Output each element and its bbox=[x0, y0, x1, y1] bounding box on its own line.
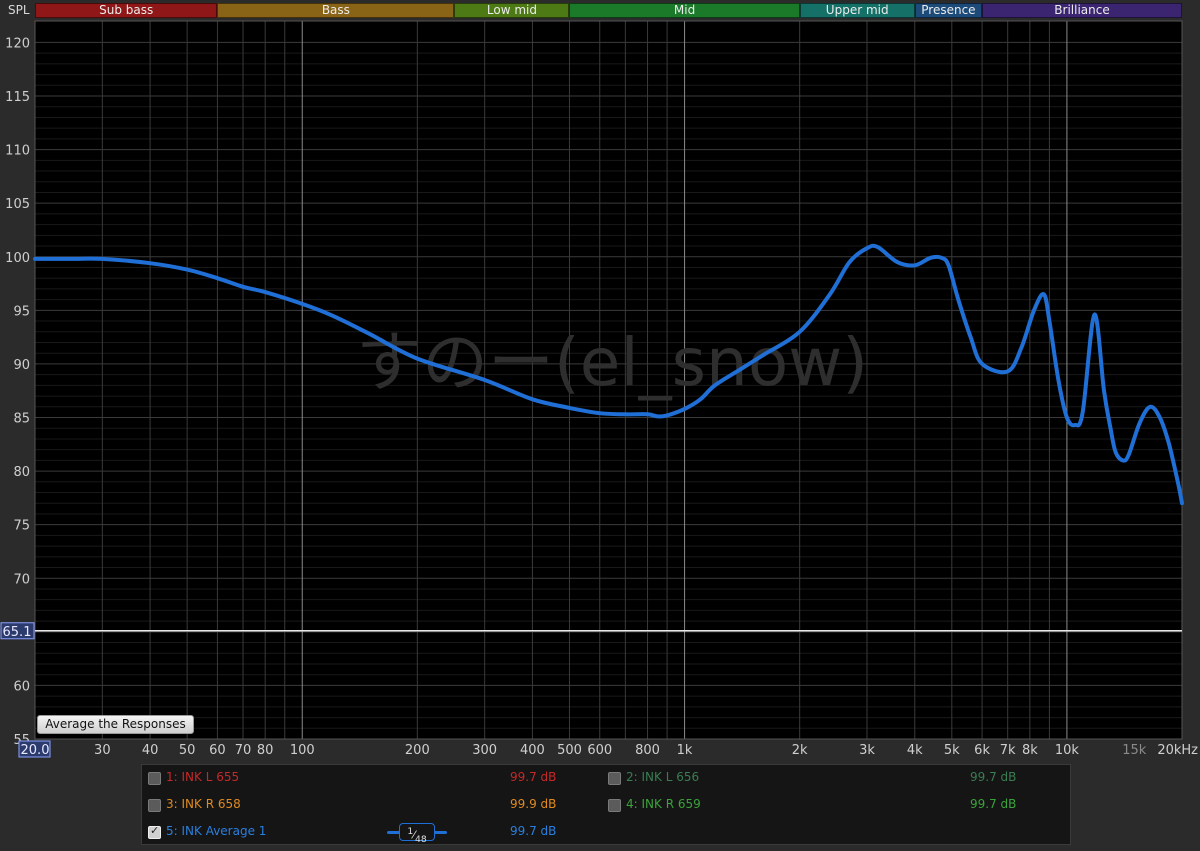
legend-checkbox-2[interactable] bbox=[608, 772, 621, 785]
x-tick-label: 1k bbox=[677, 743, 693, 758]
x-tick-label: 100 bbox=[290, 743, 315, 758]
y-tick-label: 90 bbox=[13, 358, 30, 373]
x-tick-label: 40 bbox=[142, 743, 159, 758]
legend-name-2: 2: INK L 656 bbox=[626, 770, 700, 784]
legend-value-4: 99.7 dB bbox=[970, 797, 1017, 811]
legend-checkbox-5[interactable]: ✓ bbox=[148, 824, 161, 839]
y-tick-labels: 120115110105100959085807570656055 bbox=[5, 36, 30, 748]
y-tick-label: 75 bbox=[13, 519, 30, 534]
y-tick-label: 80 bbox=[13, 465, 30, 480]
x-tick-label: 2k bbox=[792, 743, 808, 758]
smoothing-denominator: 48 bbox=[415, 833, 427, 845]
legend-value-1: 99.7 dB bbox=[510, 770, 557, 784]
y-tick-label: 120 bbox=[5, 36, 30, 51]
legend-checkbox-4[interactable] bbox=[608, 799, 621, 812]
x-tick-label: 3k bbox=[859, 743, 875, 758]
x-tick-label: 15k bbox=[1122, 743, 1147, 758]
y-tick-label: 105 bbox=[5, 197, 30, 212]
x-tick-label: 7k bbox=[1000, 743, 1016, 758]
legend-name-5: 5: INK Average 1 bbox=[166, 824, 267, 838]
x-tick-label: 400 bbox=[520, 743, 545, 758]
legend-checkbox-3[interactable] bbox=[148, 799, 161, 812]
x-tick-label: 4k bbox=[907, 743, 923, 758]
x-tick-label: 800 bbox=[635, 743, 660, 758]
x-tick-label: 70 bbox=[235, 743, 252, 758]
x-tick-label: 6k bbox=[974, 743, 990, 758]
legend-name-1: 1: INK L 655 bbox=[166, 770, 240, 784]
legend-value-3: 99.9 dB bbox=[510, 797, 557, 811]
frequency-response-chart[interactable]: すのー(el_snow) 120115110105100959085807570… bbox=[0, 0, 1200, 762]
legend-value-5: 99.7 dB bbox=[510, 824, 557, 838]
y-tick-label: 85 bbox=[13, 412, 30, 427]
x-tick-labels: 20.0 30 40 50 60 70 80 100 200 300 400 500 600 800 1k 2… bbox=[18, 740, 1198, 758]
legend-panel: 1: INK L 655 99.7 dB 2: INK L 656 99.7 d… bbox=[141, 764, 1071, 845]
y-tick-label: 100 bbox=[5, 251, 30, 266]
legend-item-4[interactable]: 4: INK R 659 99.7 dB bbox=[608, 796, 1048, 816]
x-tick-label: 300 bbox=[472, 743, 497, 758]
x-tick-label: 200 bbox=[405, 743, 430, 758]
y-tick-label: 60 bbox=[13, 679, 30, 694]
app-window: SPL Sub bass Bass Low mid Mid Upper mid Prese… bbox=[0, 0, 1200, 851]
cursor-value-label: 65.1 bbox=[3, 625, 32, 640]
legend-item-2[interactable]: 2: INK L 656 99.7 dB bbox=[608, 769, 1048, 789]
x-tick-label: 60 bbox=[209, 743, 226, 758]
legend-value-2: 99.7 dB bbox=[970, 770, 1017, 784]
x-tick-label: 8k bbox=[1022, 743, 1038, 758]
x-tick-label: 80 bbox=[257, 743, 274, 758]
y-tick-label: 95 bbox=[13, 304, 30, 319]
legend-name-4: 4: INK R 659 bbox=[626, 797, 701, 811]
y-tick-label: 115 bbox=[5, 90, 30, 105]
x-tick-label: 20kHz bbox=[1157, 743, 1198, 758]
y-tick-label: 70 bbox=[13, 572, 30, 587]
y-tick-label: 110 bbox=[5, 144, 30, 159]
legend-item-3[interactable]: 3: INK R 658 99.9 dB bbox=[148, 796, 588, 816]
x-tick-label: 50 bbox=[179, 743, 196, 758]
legend-item-1[interactable]: 1: INK L 655 99.7 dB bbox=[148, 769, 588, 789]
smoothing-value[interactable]: 1⁄48 bbox=[399, 823, 435, 845]
legend-name-3: 3: INK R 658 bbox=[166, 797, 241, 811]
x-tick-label: 30 bbox=[94, 743, 111, 758]
legend-item-5[interactable]: ✓ 5: INK Average 1 99.7 dB bbox=[148, 823, 588, 843]
smoothing-control[interactable]: 1⁄48 bbox=[387, 821, 447, 845]
average-responses-button[interactable]: Average the Responses bbox=[37, 715, 194, 734]
x-tick-label: 10k bbox=[1055, 743, 1080, 758]
checkmark-icon: ✓ bbox=[150, 824, 160, 837]
legend-checkbox-1[interactable] bbox=[148, 772, 161, 785]
x-tick-label: 500 bbox=[557, 743, 582, 758]
x-tick-label: 600 bbox=[587, 743, 612, 758]
x-tick-label: 5k bbox=[944, 743, 960, 758]
x-min-label: 20.0 bbox=[21, 743, 50, 758]
smoothing-numerator: 1 bbox=[407, 826, 414, 837]
